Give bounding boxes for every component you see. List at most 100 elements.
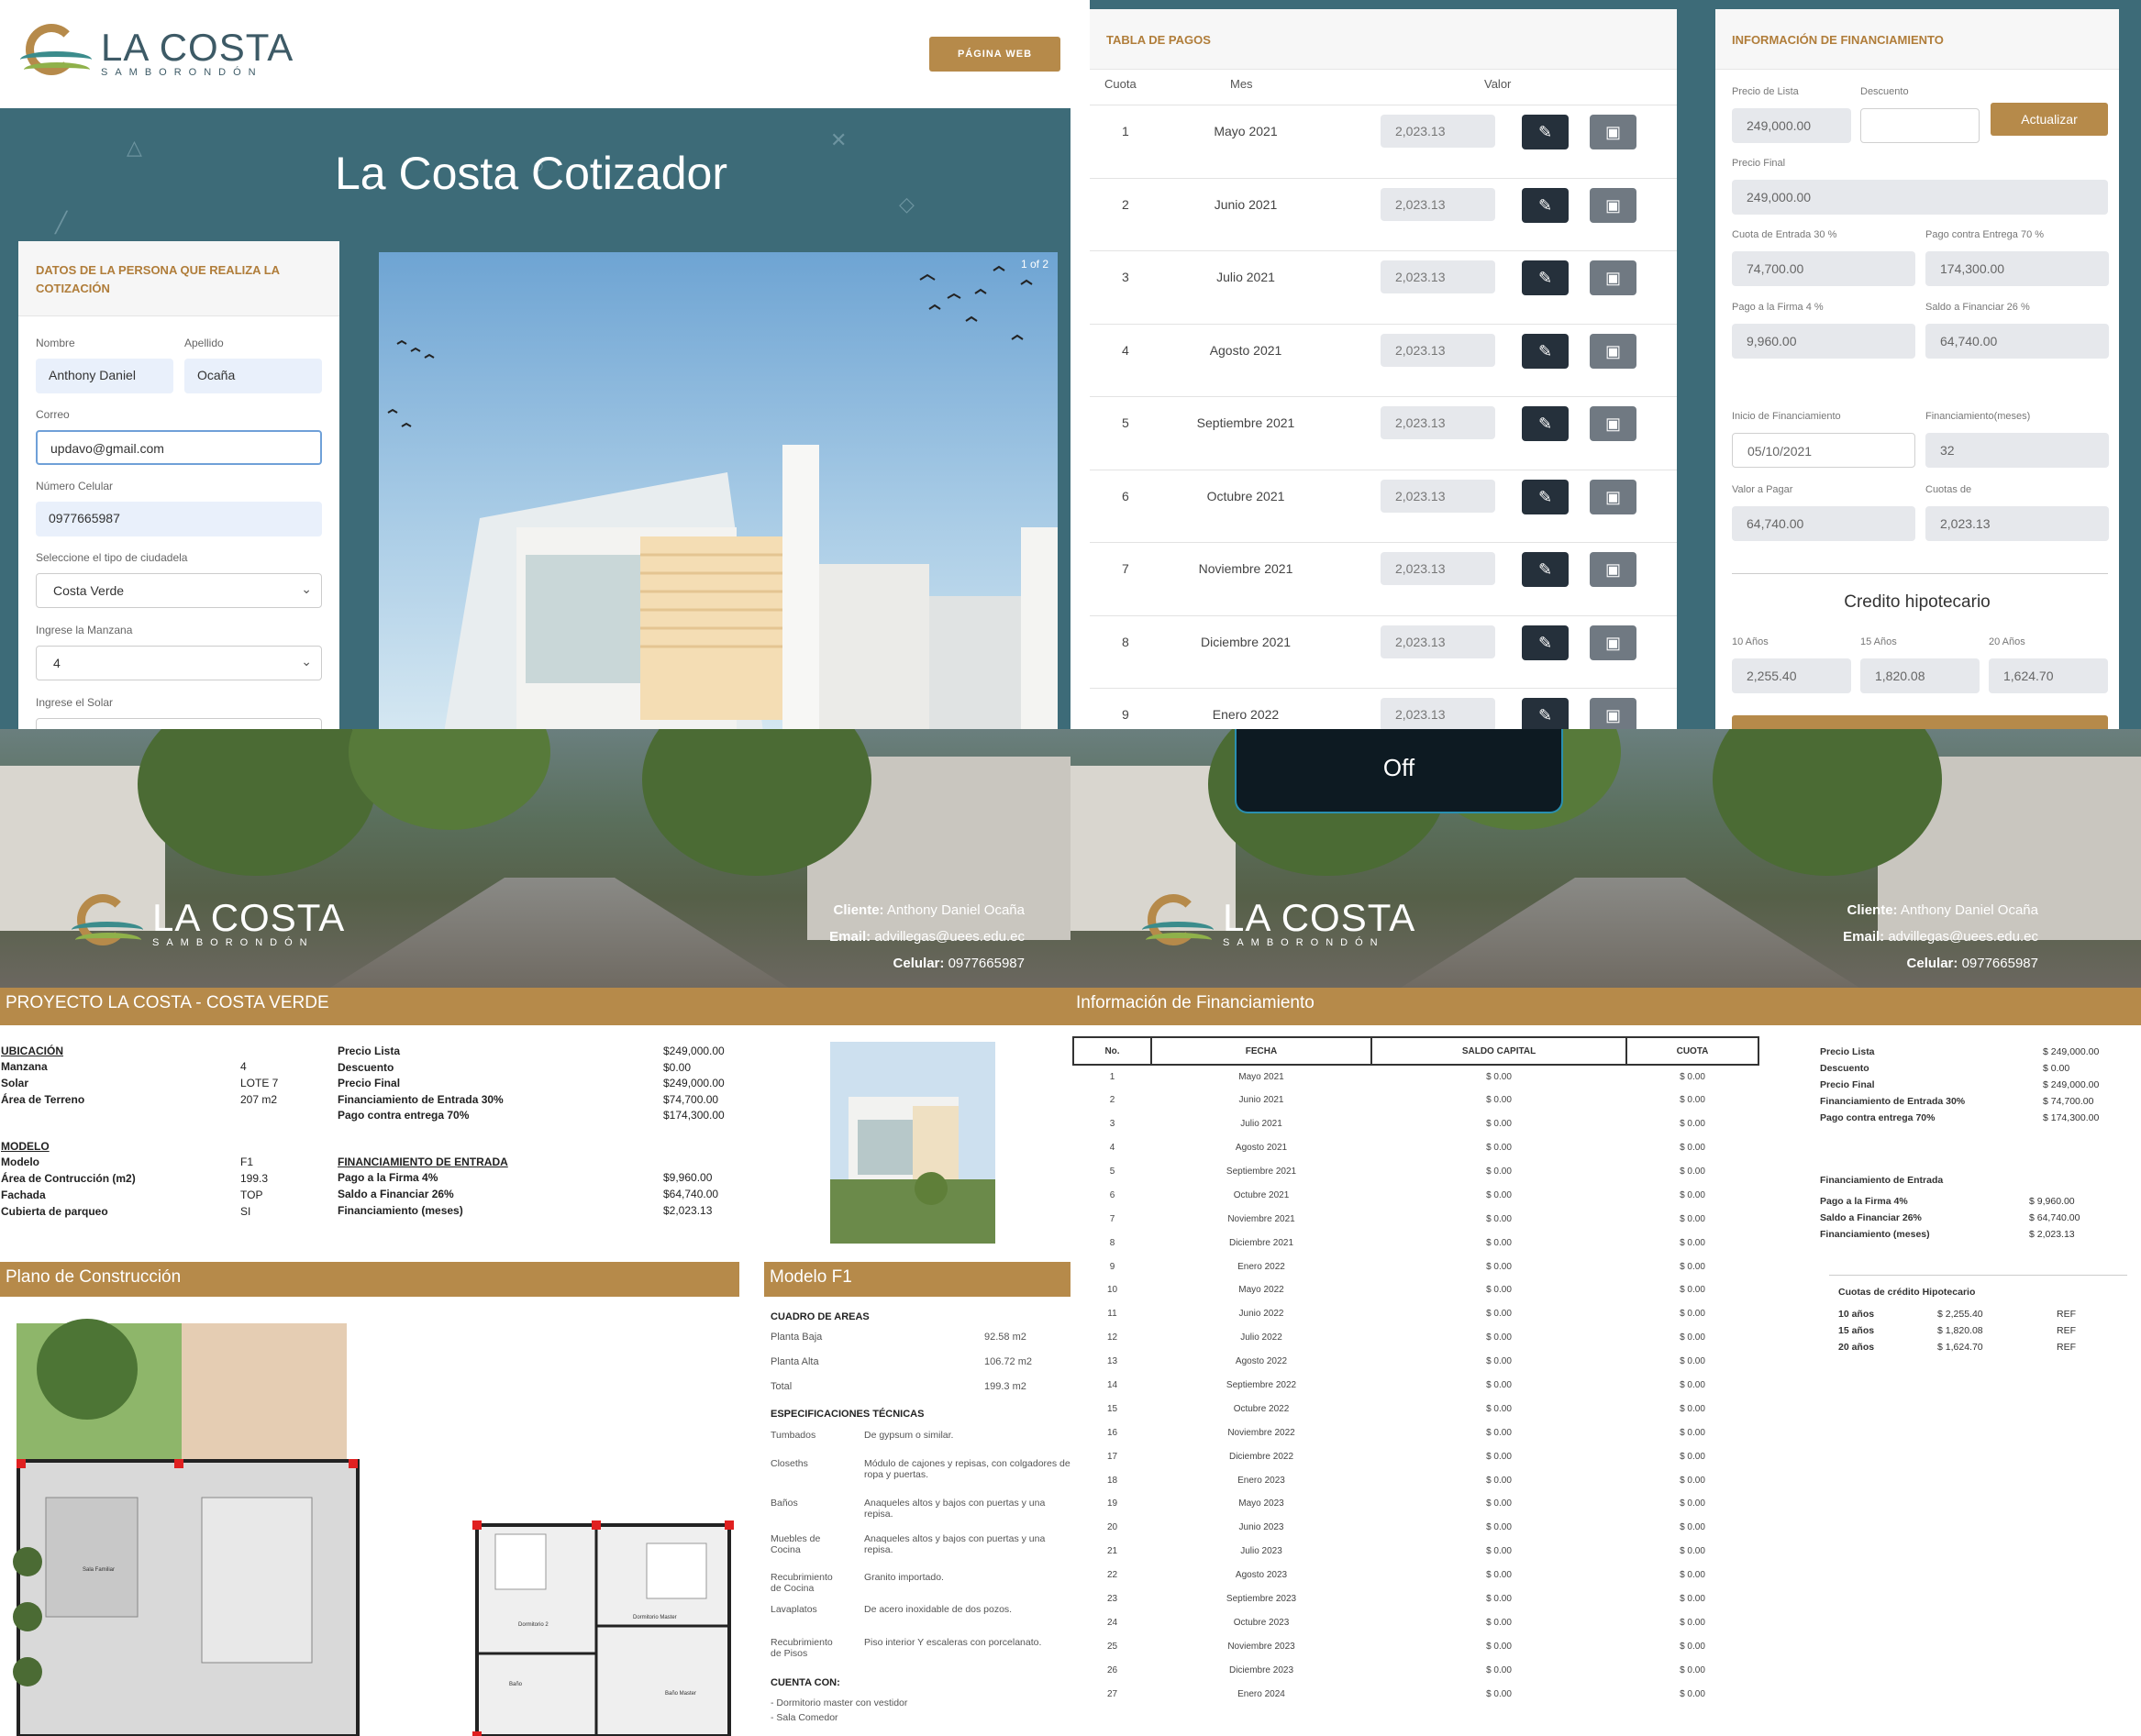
table-row: 15 Octubre 2022 $ 0.00 $ 0.00: [1073, 1397, 1758, 1421]
doc2-entrada-title: Financiamiento de Entrada: [1820, 1175, 1944, 1186]
save-button[interactable]: ▣: [1590, 698, 1636, 729]
m10-label: 10 Años: [1732, 636, 1769, 647]
logo-mark-icon: [72, 894, 145, 953]
save-button[interactable]: ▣: [1590, 260, 1636, 295]
balance-label: Saldo a Financiar 26 %: [1925, 302, 2030, 313]
edit-button[interactable]: ✎: [1522, 260, 1569, 295]
generate-button[interactable]: [1732, 715, 2108, 729]
modelo-label: Modelo: [1, 1155, 39, 1168]
summary-value: $ 249,000.00: [2043, 1046, 2100, 1057]
brand-name: LA COSTA: [101, 26, 294, 69]
row-number: 4: [1122, 342, 1129, 358]
email-input[interactable]: updavo@gmail.com: [36, 430, 322, 465]
cell-f: Agosto 2021: [1235, 1143, 1288, 1154]
cell-c: $ 0.00: [1680, 1309, 1705, 1320]
save-button[interactable]: ▣: [1590, 187, 1636, 223]
cell-s: $ 0.00: [1486, 1522, 1512, 1533]
cell-f: Septiembre 2021: [1226, 1167, 1297, 1177]
area-value: 106.72 m2: [984, 1356, 1032, 1367]
house-carousel[interactable]: 1 of 2: [379, 252, 1058, 729]
save-button[interactable]: ▣: [1590, 406, 1636, 441]
cell-c: $ 0.00: [1680, 1167, 1705, 1177]
feature-item: - Sala Comedor: [771, 1712, 838, 1723]
row-value-field: 2,023.13: [1381, 115, 1495, 148]
row-value-field: 2,023.13: [1381, 333, 1495, 367]
web-page-button[interactable]: PÁGINA WEB: [929, 37, 1060, 72]
edit-button[interactable]: ✎: [1522, 333, 1569, 369]
cell-c: $ 0.00: [1680, 1380, 1705, 1391]
summary-label: Precio Final: [1820, 1079, 1875, 1090]
floppy-disk-icon: ▣: [1604, 487, 1621, 506]
edit-button[interactable]: ✎: [1522, 625, 1569, 660]
edit-button[interactable]: ✎: [1522, 479, 1569, 514]
price-label: Precio Final: [338, 1077, 401, 1089]
off-overlay[interactable]: Off: [1235, 729, 1563, 813]
entrada-value: $ 2,023.13: [2029, 1229, 2075, 1240]
table-row: 8 Diciembre 2021 2,023.13 ✎ ▣: [1090, 614, 1677, 688]
delivery-field: 174,300.00: [1925, 251, 2109, 286]
name-input[interactable]: Anthony Daniel: [36, 359, 173, 393]
pdf-banner-right: LA COSTA SAMBORONDÓN Cliente: Anthony Dan…: [1070, 729, 2141, 988]
ubicacion-label: Solar: [1, 1077, 29, 1089]
floppy-disk-icon: ▣: [1604, 706, 1621, 724]
edit-button[interactable]: ✎: [1522, 187, 1569, 223]
cell-s: $ 0.00: [1486, 1356, 1512, 1367]
table-row: 17 Diciembre 2022 $ 0.00 $ 0.00: [1073, 1444, 1758, 1468]
name-label: Nombre: [36, 337, 75, 349]
cell-n: 4: [1109, 1143, 1115, 1154]
row-value-field: 2,023.13: [1381, 260, 1495, 293]
cell-s: $ 0.00: [1486, 1475, 1512, 1486]
price-value: $249,000.00: [663, 1077, 725, 1089]
pdf-document-right: Información de Financiamiento No. FECHA …: [1070, 988, 2141, 1736]
lot-select[interactable]: [36, 718, 322, 729]
block-select[interactable]: 4 ⌄: [36, 646, 322, 680]
floppy-disk-icon: ▣: [1604, 195, 1621, 215]
cell-s: $ 0.00: [1486, 1261, 1512, 1272]
discount-input[interactable]: [1860, 108, 1980, 143]
save-button[interactable]: ▣: [1590, 115, 1636, 149]
start-input[interactable]: 05/10/2021: [1732, 433, 1915, 468]
form-title: DATOS DE LA PERSONA QUE REALIZA LA COTIZ…: [18, 241, 339, 316]
signing-label: Pago a la Firma 4 %: [1732, 302, 1824, 313]
cell-s: $ 0.00: [1486, 1095, 1512, 1106]
cell-s: $ 0.00: [1486, 1143, 1512, 1154]
save-button[interactable]: ▣: [1590, 479, 1636, 514]
client-value: Anthony Daniel Ocaña: [1900, 902, 2038, 918]
table-row: 3 Julio 2021 2,023.13 ✎ ▣: [1090, 250, 1677, 323]
floppy-disk-icon: ▣: [1604, 269, 1621, 287]
floppy-disk-icon: ▣: [1604, 123, 1621, 141]
dorm2-label: Dormitorio 2: [518, 1622, 549, 1628]
entrada-label: Pago a la Firma 4%: [1820, 1196, 1908, 1207]
hipo-label: 10 años: [1838, 1309, 1875, 1320]
save-button[interactable]: ▣: [1590, 625, 1636, 660]
cell-c: $ 0.00: [1680, 1143, 1705, 1154]
phone-input[interactable]: 0977665987: [36, 502, 322, 536]
table-row: 9 Enero 2022 $ 0.00 $ 0.00: [1073, 1255, 1758, 1278]
edit-button[interactable]: ✎: [1522, 552, 1569, 587]
cell-f: Enero 2022: [1237, 1261, 1285, 1272]
hipo-ref: REF: [2057, 1309, 2076, 1320]
edit-button[interactable]: ✎: [1522, 406, 1569, 441]
cell-c: $ 0.00: [1680, 1570, 1705, 1581]
edit-button[interactable]: ✎: [1522, 115, 1569, 149]
phone-label: Celular:: [1906, 956, 1958, 971]
cell-s: $ 0.00: [1486, 1189, 1512, 1200]
table-row: 19 Mayo 2023 $ 0.00 $ 0.00: [1073, 1492, 1758, 1516]
cell-n: 13: [1106, 1356, 1118, 1367]
ubicacion-value: 207 m2: [240, 1093, 278, 1106]
phone-label: Celular:: [893, 956, 945, 971]
update-button[interactable]: Actualizar: [1991, 103, 2108, 136]
cell-n: 8: [1109, 1237, 1115, 1248]
save-button[interactable]: ▣: [1590, 552, 1636, 587]
brand-logo[interactable]: LA COSTA SAMBORONDÓN: [20, 24, 294, 83]
save-button[interactable]: ▣: [1590, 333, 1636, 369]
entrada-label: Financiamiento (meses): [338, 1204, 463, 1217]
citadel-select[interactable]: Costa Verde ⌄: [36, 573, 322, 608]
table-row: 1 Mayo 2021 2,023.13 ✎ ▣: [1090, 105, 1677, 177]
cell-f: Mayo 2023: [1238, 1498, 1284, 1509]
surname-input[interactable]: Ocaña: [184, 359, 322, 393]
row-month: Noviembre 2021: [1198, 561, 1293, 576]
client-info: Cliente: Anthony Daniel Ocaña Email: adv…: [1843, 897, 2038, 977]
edit-button[interactable]: ✎: [1522, 698, 1569, 729]
top-navbar: LA COSTA SAMBORONDÓN PÁGINA WEB: [0, 0, 1070, 108]
